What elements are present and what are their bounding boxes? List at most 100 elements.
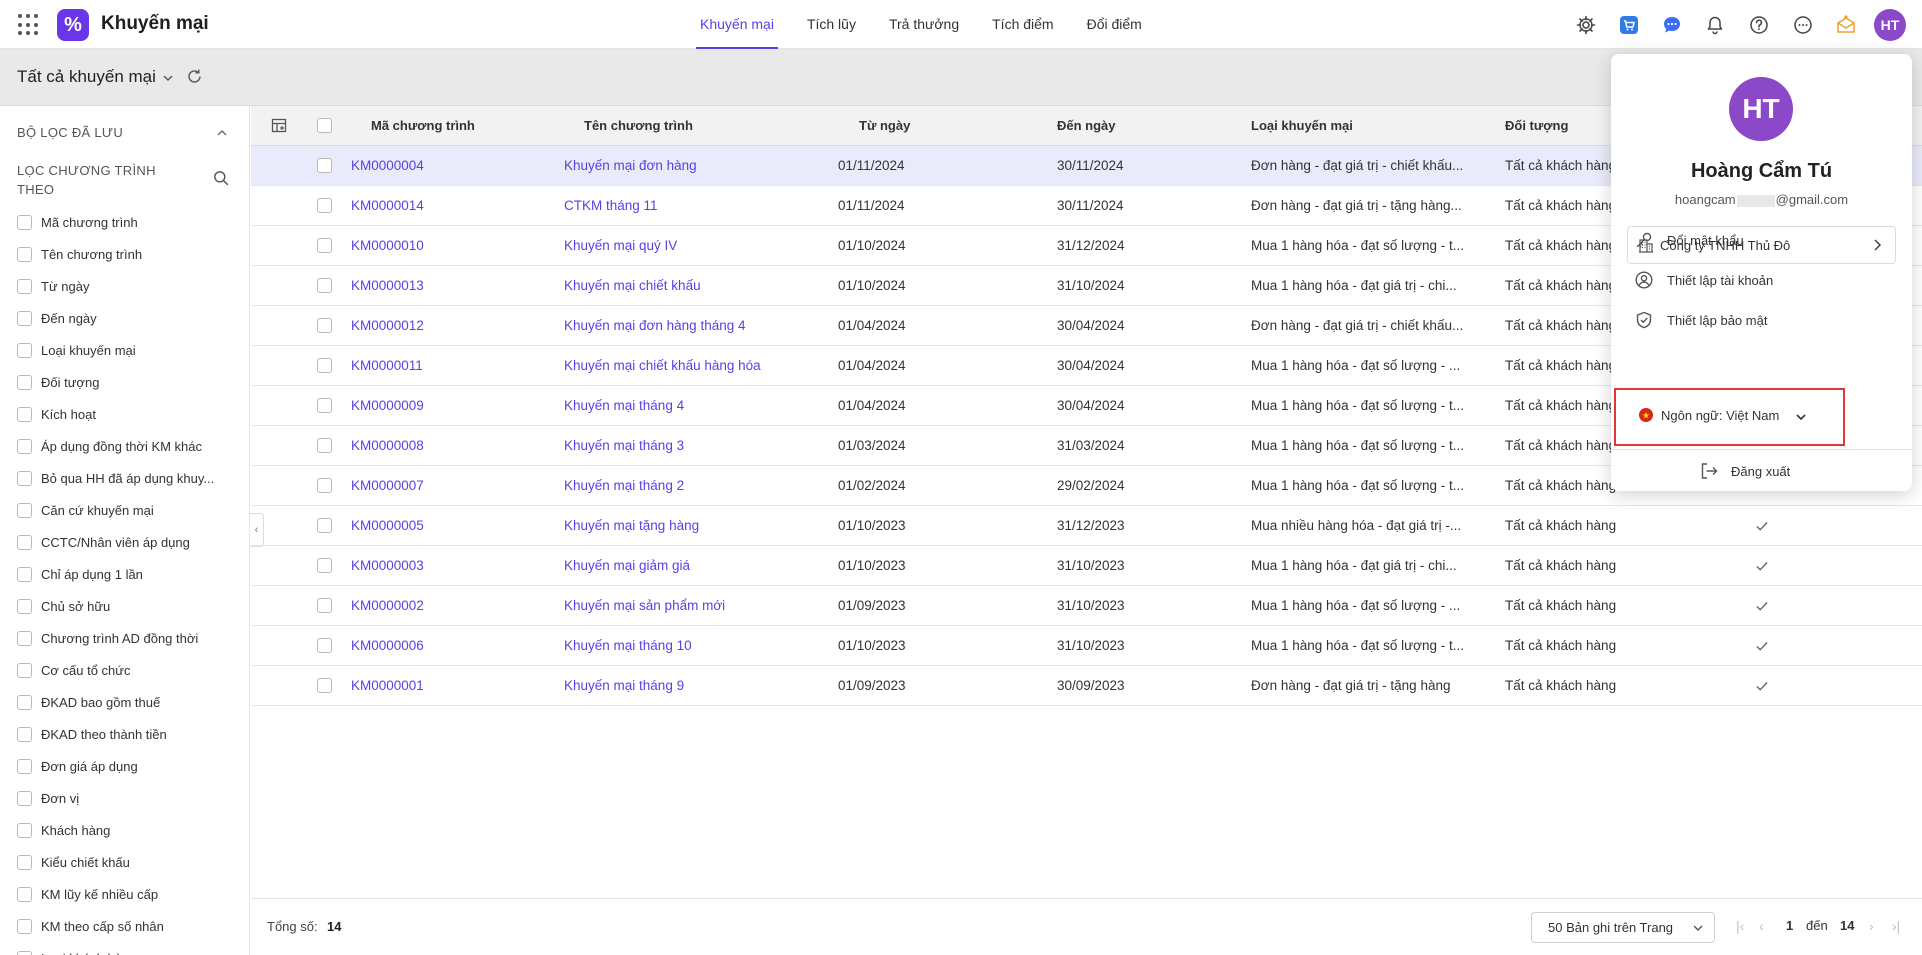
filter-option[interactable]: Cơ cấu tổ chức	[17, 654, 214, 686]
filter-checkbox[interactable]	[17, 822, 32, 838]
cell-name[interactable]: CTKM tháng 11	[564, 186, 658, 226]
filter-checkbox[interactable]	[17, 854, 32, 870]
row-checkbox[interactable]	[317, 198, 332, 213]
column-header-target[interactable]: Đối tượng	[1505, 106, 1568, 146]
column-header-code[interactable]: Mã chương trình	[371, 106, 475, 146]
filter-checkbox[interactable]	[17, 246, 32, 262]
cell-code[interactable]: KM0000004	[351, 146, 424, 186]
cell-code[interactable]: KM0000001	[351, 666, 424, 706]
filter-checkbox[interactable]	[17, 374, 32, 390]
filter-option[interactable]: Chủ sở hữu	[17, 590, 214, 622]
app-launcher-icon[interactable]	[18, 14, 40, 36]
filter-option[interactable]: Loại khuyến mại	[17, 334, 214, 366]
filter-option[interactable]: KM lũy kế nhiều cấp	[17, 878, 214, 910]
nav-tab-3[interactable]: Tích điểm	[992, 0, 1053, 49]
cell-code[interactable]: KM0000014	[351, 186, 424, 226]
row-checkbox[interactable]	[317, 598, 332, 613]
row-checkbox[interactable]	[317, 238, 332, 253]
filter-checkbox[interactable]	[17, 438, 32, 454]
cell-code[interactable]: KM0000006	[351, 626, 424, 666]
filter-option[interactable]: Mã chương trình	[17, 206, 214, 238]
filter-option[interactable]: Đơn vị	[17, 782, 214, 814]
filter-option[interactable]: ĐKAD theo thành tiền	[17, 718, 214, 750]
filter-checkbox[interactable]	[17, 662, 32, 678]
table-row[interactable]: KM0000006 Khuyến mại tháng 10 01/10/2023 31…	[251, 626, 1922, 666]
filter-checkbox[interactable]	[17, 630, 32, 646]
filter-option[interactable]: Tên chương trình	[17, 238, 214, 270]
filter-option[interactable]: Loại khách hàng	[17, 942, 214, 955]
filter-checkbox[interactable]	[17, 470, 32, 486]
first-page-icon[interactable]: |‹	[1736, 918, 1744, 934]
chevron-up-icon[interactable]	[216, 126, 228, 142]
cell-name[interactable]: Khuyến mại đơn hàng tháng 4	[564, 306, 746, 346]
nav-tab-0[interactable]: Khuyến mại	[696, 0, 778, 49]
row-checkbox[interactable]	[317, 358, 332, 373]
filter-checkbox[interactable]	[17, 406, 32, 422]
chat-icon[interactable]	[1661, 14, 1683, 36]
filter-option[interactable]: ĐKAD bao gồm thuế	[17, 686, 214, 718]
table-row[interactable]: KM0000003 Khuyến mại giảm giá 01/10/2023 31…	[251, 546, 1922, 586]
filter-option[interactable]: Bỏ qua HH đã áp dụng khuy...	[17, 462, 214, 494]
filter-option[interactable]: Căn cứ khuyến mại	[17, 494, 214, 526]
table-row[interactable]: KM0000002 Khuyến mại sản phẩm mới 01/09/20…	[251, 586, 1922, 626]
last-page-icon[interactable]: ›|	[1892, 918, 1900, 934]
filter-checkbox[interactable]	[17, 918, 32, 934]
news-mail-icon[interactable]	[1835, 14, 1857, 36]
filter-option[interactable]: Chương trình AD đồng thời	[17, 622, 214, 654]
cell-code[interactable]: KM0000008	[351, 426, 424, 466]
row-checkbox[interactable]	[317, 678, 332, 693]
settings-gear-icon[interactable]	[1575, 14, 1597, 36]
row-checkbox[interactable]	[317, 398, 332, 413]
help-icon[interactable]	[1748, 14, 1770, 36]
filter-checkbox[interactable]	[17, 566, 32, 582]
view-selector[interactable]: Tất cả khuyến mại	[17, 67, 156, 87]
column-header-name[interactable]: Tên chương trình	[584, 106, 693, 146]
filter-option[interactable]: Đối tượng	[17, 366, 214, 398]
column-header-to-date[interactable]: Đến ngày	[1057, 106, 1116, 146]
cell-code[interactable]: KM0000002	[351, 586, 424, 626]
filter-option[interactable]: Đến ngày	[17, 302, 214, 334]
cell-name[interactable]: Khuyến mại chiết khấu	[564, 266, 701, 306]
cell-name[interactable]: Khuyến mại quý IV	[564, 226, 677, 266]
nav-tab-1[interactable]: Tích lũy	[807, 0, 856, 49]
row-checkbox[interactable]	[317, 278, 332, 293]
filter-checkbox[interactable]	[17, 790, 32, 806]
filter-checkbox[interactable]	[17, 342, 32, 358]
filter-checkbox[interactable]	[17, 726, 32, 742]
saved-filters-heading[interactable]: BỘ LỌC ĐÃ LƯU	[17, 125, 123, 140]
filter-option[interactable]: Chỉ áp dụng 1 lần	[17, 558, 214, 590]
cart-app-icon[interactable]	[1618, 14, 1640, 36]
cell-code[interactable]: KM0000012	[351, 306, 424, 346]
row-checkbox[interactable]	[317, 558, 332, 573]
cell-name[interactable]: Khuyến mại tháng 9	[564, 666, 684, 706]
cell-name[interactable]: Khuyến mại tháng 4	[564, 386, 684, 426]
filter-option[interactable]: Khách hàng	[17, 814, 214, 846]
filter-option[interactable]: Áp dụng đồng thời KM khác	[17, 430, 214, 462]
bell-icon[interactable]	[1704, 14, 1726, 36]
filter-option[interactable]: Kiểu chiết khấu	[17, 846, 214, 878]
cell-code[interactable]: KM0000010	[351, 226, 424, 266]
next-page-icon[interactable]: ›	[1869, 918, 1874, 934]
cell-code[interactable]: KM0000009	[351, 386, 424, 426]
row-checkbox[interactable]	[317, 478, 332, 493]
user-avatar[interactable]: HT	[1874, 9, 1906, 41]
page-size-select[interactable]: 50 Bản ghi trên Trang	[1531, 912, 1715, 943]
prev-page-icon[interactable]: ‹	[1759, 918, 1764, 934]
cell-code[interactable]: KM0000007	[351, 466, 424, 506]
filter-checkbox[interactable]	[17, 214, 32, 230]
filter-checkbox[interactable]	[17, 502, 32, 518]
table-row[interactable]: KM0000001 Khuyến mại tháng 9 01/09/2023 30/…	[251, 666, 1922, 706]
filter-checkbox[interactable]	[17, 534, 32, 550]
row-checkbox[interactable]	[317, 438, 332, 453]
table-row[interactable]: KM0000005 Khuyến mại tặng hàng 01/10/2023 3…	[251, 506, 1922, 546]
nav-tab-4[interactable]: Đổi điểm	[1087, 0, 1142, 49]
cell-name[interactable]: Khuyến mại tháng 2	[564, 466, 684, 506]
cell-code[interactable]: KM0000011	[351, 346, 423, 386]
cell-name[interactable]: Khuyến mại đơn hàng	[564, 146, 697, 186]
cell-code[interactable]: KM0000013	[351, 266, 424, 306]
more-options-icon[interactable]	[1792, 14, 1814, 36]
row-checkbox[interactable]	[317, 638, 332, 653]
filter-option[interactable]: KM theo cấp số nhân	[17, 910, 214, 942]
chevron-down-icon[interactable]	[162, 71, 174, 87]
cell-name[interactable]: Khuyến mại chiết khấu hàng hóa	[564, 346, 761, 386]
